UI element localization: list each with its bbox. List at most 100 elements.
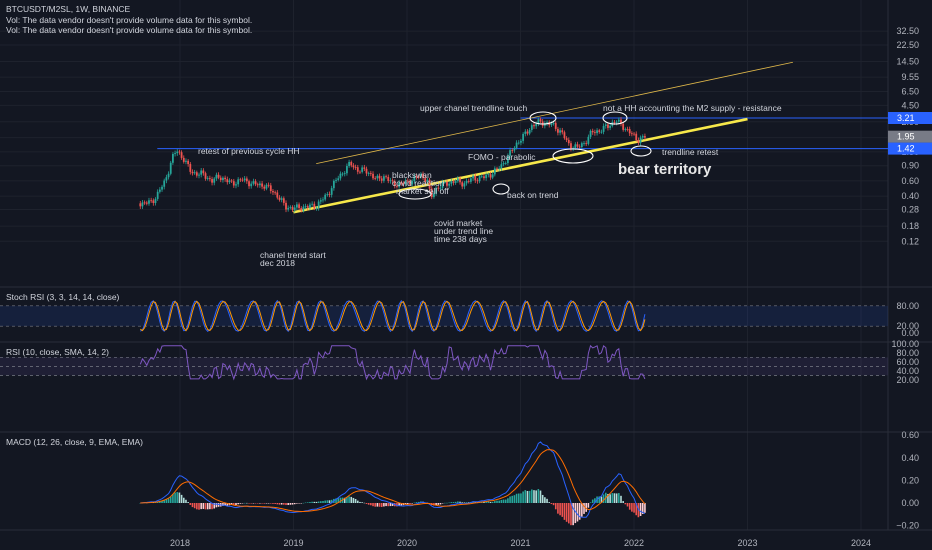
candle-body <box>635 133 638 141</box>
macd-histogram-bar <box>515 493 518 503</box>
candle-body <box>261 183 263 187</box>
candle-body <box>343 173 346 175</box>
volume-note-1: Vol: The data vendor doesn't provide vol… <box>6 15 253 25</box>
macd-histogram-bar <box>639 503 642 516</box>
macd-histogram-bar <box>320 501 322 503</box>
stoch-rsi-pane <box>0 299 888 333</box>
candle-body <box>226 179 229 183</box>
chart-canvas[interactable]: 32.5022.5014.509.556.504.502.901.901.300… <box>0 0 932 550</box>
volume-note-2: Vol: The data vendor doesn't provide vol… <box>6 25 253 35</box>
candle-body <box>598 130 601 132</box>
macd-histogram-bar <box>494 501 496 503</box>
rsi-label[interactable]: RSI (10, close, SMA, 14, 2) <box>6 347 109 357</box>
macd-histogram-bar <box>287 503 289 505</box>
candle-body <box>235 184 237 186</box>
macd-label[interactable]: MACD (12, 26, close, 9, EMA, EMA) <box>6 437 143 447</box>
candle-body <box>139 203 142 207</box>
candle-body <box>483 176 485 179</box>
candle-body <box>143 202 146 204</box>
candle-body <box>337 178 340 180</box>
candle-body <box>459 178 461 183</box>
macd-histogram-bar <box>269 503 272 504</box>
candle-body <box>354 167 357 168</box>
candle-body <box>172 153 174 163</box>
macd-histogram-bar <box>513 495 516 503</box>
candle-body <box>622 123 625 130</box>
candle-body <box>348 161 350 167</box>
macd-tick-label: 0.60 <box>901 430 919 440</box>
time-tick-label: 2021 <box>510 538 530 548</box>
macd-histogram-bar <box>539 490 542 503</box>
candle-body <box>450 181 453 184</box>
candle-body <box>378 175 381 179</box>
candle-body <box>161 186 163 190</box>
macd-histogram-bar <box>285 503 287 506</box>
macd-histogram-bar <box>450 502 453 503</box>
macd-histogram-bar <box>254 503 257 504</box>
macd-histogram-bar <box>256 503 259 504</box>
candle-body <box>319 200 322 202</box>
macd-histogram-bar <box>243 502 246 504</box>
price-tick-label: 4.50 <box>901 100 919 110</box>
candle-body <box>467 180 470 182</box>
candle-body <box>372 173 374 179</box>
pane-dividers <box>0 0 932 531</box>
macd-histogram-bar <box>293 503 296 505</box>
candle-body <box>228 180 231 183</box>
candle-body <box>613 122 616 123</box>
macd-histogram-bar <box>363 502 366 504</box>
candle-body <box>237 179 240 185</box>
candle-body <box>311 203 314 205</box>
candle-body <box>602 125 605 132</box>
candle-body <box>637 140 640 143</box>
macd-histogram-bar <box>441 503 444 504</box>
candle-body <box>141 202 144 207</box>
macd-histogram-bar <box>302 502 305 504</box>
macd-histogram-bar <box>463 502 466 503</box>
rsi-tick-label: 20.00 <box>896 375 919 385</box>
time-axis: 2018 2019 2020 2021 2022 2023 2024 <box>170 538 871 548</box>
macd-histogram-bar <box>528 490 531 503</box>
macd-histogram-bar <box>526 490 529 503</box>
candle-body <box>576 144 579 147</box>
macd-histogram-bar <box>322 500 324 503</box>
candle-body <box>533 125 535 127</box>
macd-histogram-bar <box>541 494 544 503</box>
macd-histogram-bar <box>439 503 442 505</box>
macd-histogram-bar <box>289 503 292 505</box>
macd-histogram-bar <box>326 500 329 503</box>
candle-body <box>557 128 559 133</box>
macd-histogram-bar <box>376 503 379 507</box>
candle-body <box>285 202 287 210</box>
candle-body <box>633 133 635 135</box>
macd-tick-label: −0.20 <box>896 521 919 531</box>
price-tick-label: 32.50 <box>896 26 919 36</box>
candle-body <box>287 207 290 210</box>
candle-body <box>454 181 457 183</box>
macd-histogram-bar <box>574 503 577 524</box>
candle-body <box>217 174 220 178</box>
macd-histogram-bar <box>241 503 244 504</box>
candle-body <box>317 201 320 209</box>
candle-body <box>341 173 344 175</box>
price-tick-label: 0.28 <box>901 204 919 214</box>
macd-histogram-bar <box>389 503 392 507</box>
annotation-retest: trendline retest <box>662 147 719 157</box>
macd-histogram-bar <box>550 503 553 505</box>
macd-histogram-bar <box>317 501 320 503</box>
macd-histogram-bar <box>248 503 250 504</box>
price-badge-label: 1.95 <box>897 132 915 142</box>
macd-histogram-bar <box>250 503 253 504</box>
macd-histogram-bar <box>328 500 331 503</box>
stoch-rsi-label[interactable]: Stoch RSI (3, 3, 14, 14, close) <box>6 292 119 302</box>
candle-body <box>219 177 222 181</box>
candle-body <box>213 178 216 183</box>
symbol-title[interactable]: BTCUSDT/M2SL, 1W, BINANCE <box>6 4 130 14</box>
time-tick-label: 2022 <box>624 538 644 548</box>
macd-histogram-bar <box>267 503 270 504</box>
candle-body <box>335 179 337 181</box>
candle-body <box>452 181 455 183</box>
macd-histogram-bar <box>487 501 490 503</box>
candle-body <box>195 172 198 176</box>
macd-histogram-bar <box>409 503 411 505</box>
